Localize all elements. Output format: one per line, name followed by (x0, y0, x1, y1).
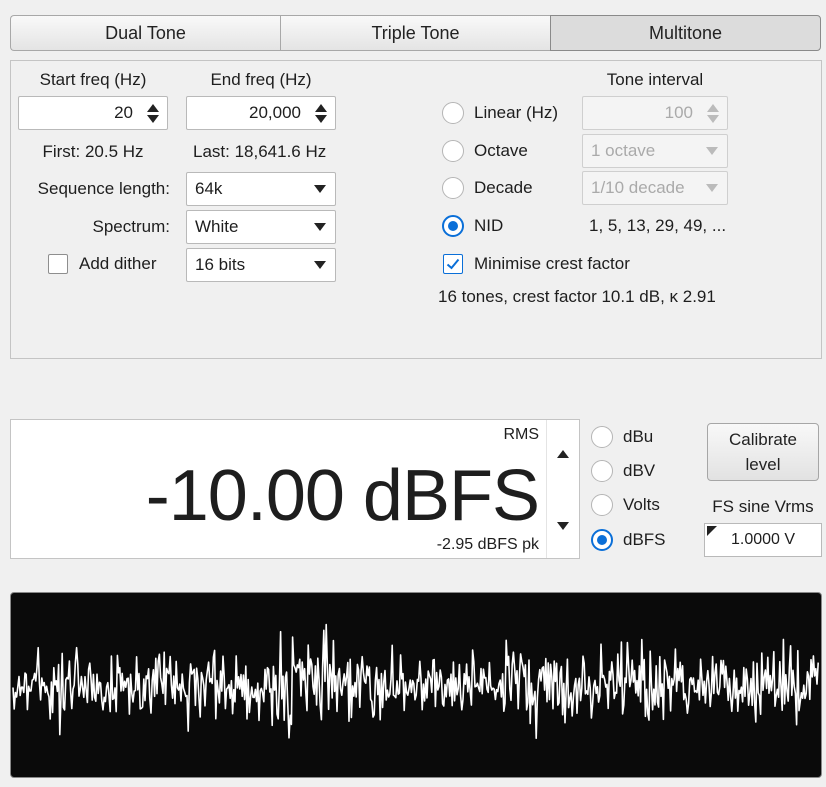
level-value: -10.00 dBFS (145, 456, 540, 536)
spin-arrows-icon[interactable] (307, 97, 335, 129)
minimise-crest-label: Minimise crest factor (474, 254, 630, 273)
minimise-crest-checkbox[interactable] (443, 254, 463, 274)
octave-value: 1 octave (591, 141, 656, 160)
sequence-length-label: Sequence length: (37, 179, 170, 198)
start-freq-label: Start freq (Hz) (39, 70, 147, 89)
arrow-up-icon[interactable] (557, 450, 569, 458)
add-dither-checkbox[interactable] (48, 254, 68, 274)
checkmark-icon (446, 258, 460, 270)
sequence-length-value: 64k (195, 179, 223, 198)
decade-value: 1/10 decade (591, 178, 685, 197)
spin-arrows-icon[interactable] (139, 97, 167, 129)
unit-dbv-label: dBV (623, 461, 656, 480)
decade-radio[interactable] (442, 177, 464, 199)
linear-label: Linear (Hz) (474, 103, 559, 122)
dither-bits-value: 16 bits (195, 255, 246, 274)
level-display[interactable]: RMS -10.00 dBFS -2.95 dBFS pk (10, 419, 580, 559)
octave-radio[interactable] (442, 140, 464, 162)
octave-select[interactable]: 1 octave (582, 134, 728, 168)
chevron-down-icon (305, 223, 335, 231)
linear-spacing-input[interactable]: 100 (582, 96, 728, 130)
unit-dbu-label: dBu (623, 427, 654, 446)
end-freq-label: End freq (Hz) (210, 70, 312, 89)
tab-bar: Dual Tone Triple Tone Multitone (10, 15, 821, 51)
decade-label: Decade (474, 178, 533, 197)
unit-dbfs-label: dBFS (623, 530, 666, 549)
chevron-down-icon (697, 184, 727, 192)
unit-dbfs-radio[interactable] (591, 529, 613, 551)
add-dither-label: Add dither (79, 254, 157, 273)
unit-volts-label: Volts (623, 495, 660, 514)
waveform-plot (12, 623, 819, 739)
calibrate-line-1: Calibrate (728, 430, 798, 449)
tab-multitone[interactable]: Multitone (550, 15, 821, 51)
arrow-down-icon[interactable] (557, 522, 569, 530)
calibrate-level-button[interactable]: Calibrate level (707, 423, 819, 481)
level-divider (546, 420, 547, 558)
start-freq-value: 20 (114, 103, 133, 122)
fs-sine-value: 1.0000 V (730, 531, 796, 548)
first-freq-readout: First: 20.5 Hz (42, 142, 144, 161)
unit-volts-radio[interactable] (591, 494, 613, 516)
linear-spacing-value: 100 (664, 103, 693, 122)
chevron-down-icon (305, 185, 335, 193)
unit-dbu-radio[interactable] (591, 426, 613, 448)
fs-sine-label: FS sine Vrms (712, 497, 814, 516)
nid-sequence-text: 1, 5, 13, 29, 49, ... (589, 216, 727, 235)
nid-radio[interactable] (442, 215, 464, 237)
waveform-trace (12, 623, 819, 739)
end-freq-value: 20,000 (249, 103, 301, 122)
tone-interval-label: Tone interval (606, 70, 704, 89)
tab-triple-tone[interactable]: Triple Tone (280, 15, 550, 51)
tone-summary-text: 16 tones, crest factor 10.1 dB, κ 2.91 (438, 287, 716, 306)
last-freq-readout: Last: 18,641.6 Hz (193, 142, 327, 161)
unit-dbv-radio[interactable] (591, 460, 613, 482)
start-freq-input[interactable]: 20 (18, 96, 168, 130)
peak-level-text: -2.95 dBFS pk (436, 536, 539, 553)
dither-bits-select[interactable]: 16 bits (186, 248, 336, 282)
spin-arrows-icon[interactable] (699, 97, 727, 129)
fs-sine-input[interactable]: 1.0000 V (704, 523, 822, 557)
rms-label: RMS (503, 426, 539, 443)
corner-marker-icon (707, 526, 717, 536)
tab-dual-tone[interactable]: Dual Tone (10, 15, 280, 51)
octave-label: Octave (474, 141, 528, 160)
calibrate-line-2: level (745, 455, 781, 474)
end-freq-input[interactable]: 20,000 (186, 96, 336, 130)
nid-label: NID (474, 216, 504, 235)
linear-radio[interactable] (442, 102, 464, 124)
spectrum-select[interactable]: White (186, 210, 336, 244)
spectrum-value: White (195, 217, 239, 236)
chevron-down-icon (305, 261, 335, 269)
chevron-down-icon (697, 147, 727, 155)
sequence-length-select[interactable]: 64k (186, 172, 336, 206)
level-spin-arrows[interactable] (553, 450, 573, 530)
spectrum-label: Spectrum: (92, 217, 170, 236)
waveform-display (10, 592, 822, 778)
decade-select[interactable]: 1/10 decade (582, 171, 728, 205)
